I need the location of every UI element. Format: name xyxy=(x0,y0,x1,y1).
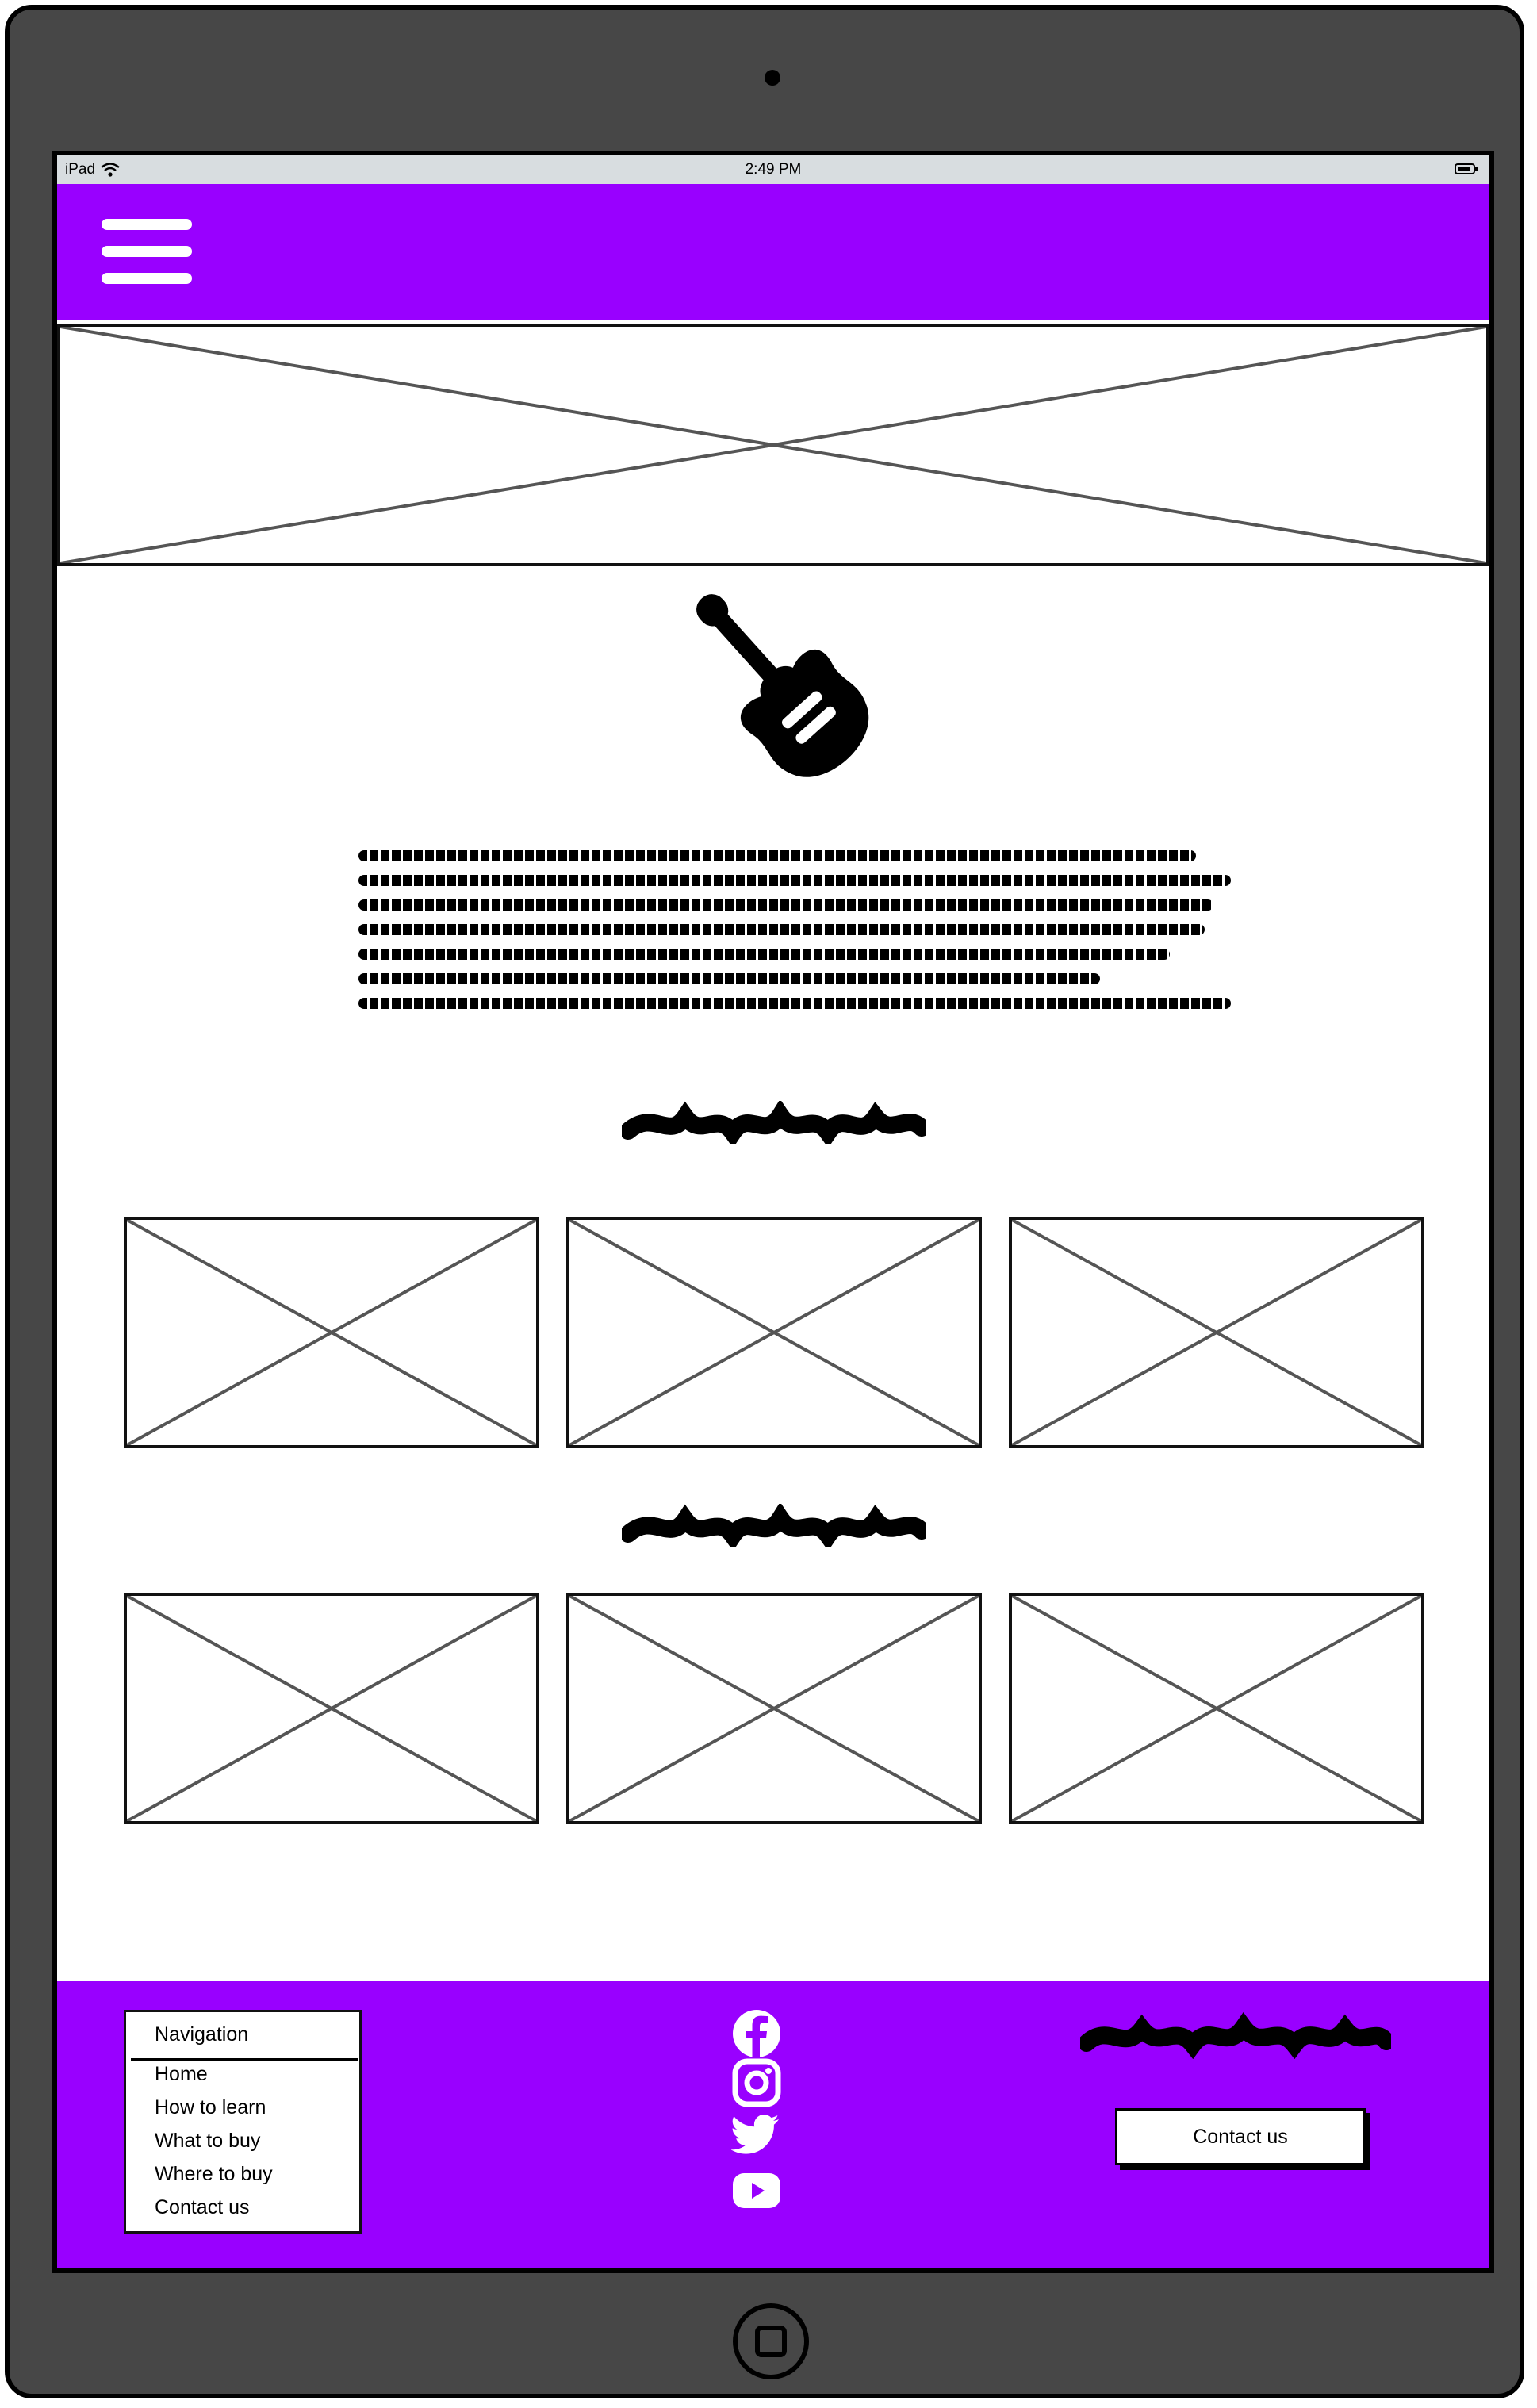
ipad-frame: iPad 2:49 PM Navigation Home How to lear… xyxy=(5,5,1524,2398)
nav-divider xyxy=(131,2058,358,2061)
youtube-icon[interactable] xyxy=(731,2165,782,2216)
card-image-placeholder[interactable] xyxy=(124,1217,539,1448)
facebook-icon[interactable] xyxy=(731,2008,782,2059)
screen: iPad 2:49 PM Navigation Home How to lear… xyxy=(52,151,1494,2273)
nav-item-home[interactable]: Home xyxy=(155,2063,208,2086)
nav-item-what-to-buy[interactable]: What to buy xyxy=(155,2130,260,2153)
card-image-placeholder[interactable] xyxy=(1009,1217,1424,1448)
contact-us-button[interactable]: Contact us xyxy=(1115,2108,1366,2165)
nav-item-how-to-learn[interactable]: How to learn xyxy=(155,2096,266,2119)
footer-heading-scribble xyxy=(1080,2012,1391,2059)
home-button-square xyxy=(755,2326,787,2357)
status-time: 2:49 PM xyxy=(745,161,802,178)
hamburger-menu-icon[interactable] xyxy=(102,216,194,289)
nav-item-contact-us[interactable]: Contact us xyxy=(155,2196,250,2219)
home-button[interactable] xyxy=(733,2303,809,2379)
camera-dot xyxy=(765,70,780,86)
card-image-placeholder[interactable] xyxy=(566,1593,982,1824)
footer-navigation: Navigation Home How to learn What to buy… xyxy=(124,2010,362,2234)
card-image-placeholder[interactable] xyxy=(124,1593,539,1824)
battery-icon xyxy=(1455,163,1478,180)
nav-title: Navigation xyxy=(155,2023,249,2046)
section-heading-scribble xyxy=(622,1504,926,1547)
intro-paragraph-scribble xyxy=(358,850,1231,1022)
hero-image-placeholder xyxy=(57,324,1489,566)
card-image-placeholder[interactable] xyxy=(566,1217,982,1448)
card-image-placeholder[interactable] xyxy=(1009,1593,1424,1824)
site-footer: Navigation Home How to learn What to buy… xyxy=(57,1981,1489,2268)
section-heading-scribble xyxy=(622,1101,926,1144)
twitter-icon[interactable] xyxy=(731,2108,782,2159)
status-bar: iPad 2:49 PM xyxy=(57,155,1489,184)
site-header xyxy=(57,184,1489,320)
instagram-icon[interactable] xyxy=(731,2057,782,2108)
electric-guitar-icon xyxy=(696,594,869,777)
nav-item-where-to-buy[interactable]: Where to buy xyxy=(155,2163,273,2186)
